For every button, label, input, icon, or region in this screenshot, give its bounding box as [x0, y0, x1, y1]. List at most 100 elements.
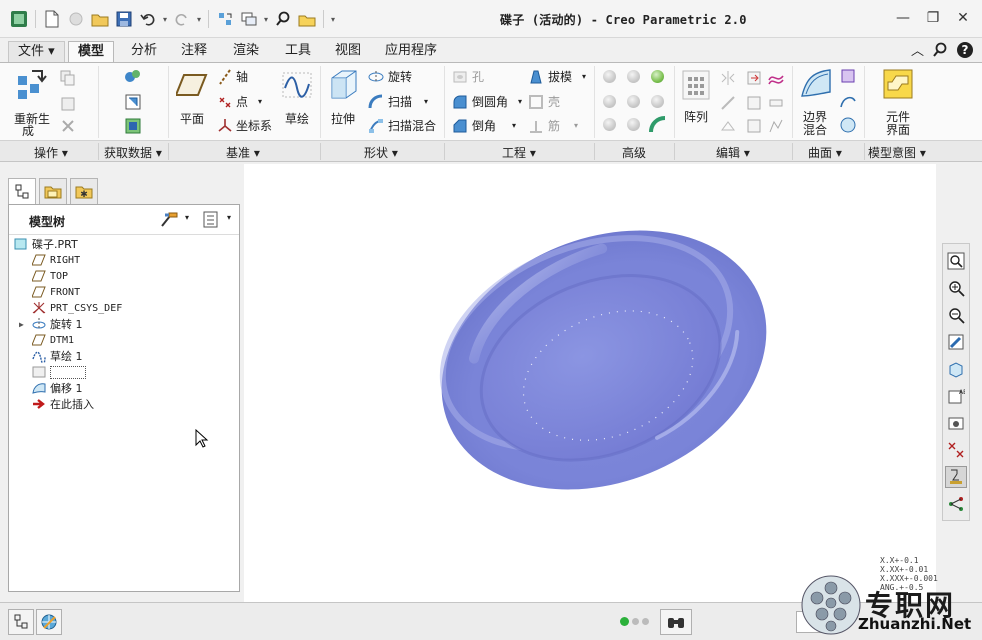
tree-item[interactable]: DTM1: [31, 332, 74, 348]
extrude-label[interactable]: 拉伸: [331, 110, 355, 127]
swept-blend-button[interactable]: 扫描混合: [368, 117, 436, 134]
datum-display-icon[interactable]: [945, 439, 967, 461]
dish-model[interactable]: [244, 164, 936, 602]
tab-model[interactable]: 模型: [68, 41, 115, 62]
plane-icon[interactable]: [176, 72, 208, 98]
group-shapes[interactable]: 形状 ▾: [364, 144, 398, 161]
zoom-in-icon[interactable]: [945, 277, 967, 299]
extrude-icon[interactable]: [330, 68, 358, 100]
tab-file[interactable]: 文件 ▾: [8, 41, 65, 62]
search-icon[interactable]: [272, 8, 294, 30]
round-dropdown-icon[interactable]: ▾: [518, 97, 522, 106]
tree-item[interactable]: FRONT: [31, 284, 80, 300]
component-interface-icon[interactable]: [882, 68, 914, 100]
display-style-icon[interactable]: [945, 358, 967, 380]
creo-app-icon[interactable]: [8, 8, 30, 30]
toggle-browser-button[interactable]: [36, 609, 62, 635]
regenerate-big-icon[interactable]: [16, 66, 50, 106]
collapse-ribbon-icon[interactable]: ︿: [911, 40, 924, 59]
group-datum[interactable]: 基准 ▾: [226, 144, 260, 161]
open-folder-icon[interactable]: [89, 8, 111, 30]
group-operations[interactable]: 操作 ▾: [34, 144, 68, 161]
favorites-tab[interactable]: ✱: [70, 178, 98, 204]
tab-view[interactable]: 视图: [326, 41, 370, 62]
chamfer-button[interactable]: 倒角 ▾: [452, 117, 516, 134]
advanced-feature-icon[interactable]: [651, 70, 664, 83]
refit-icon[interactable]: [945, 250, 967, 272]
saved-orientations-icon[interactable]: AB: [945, 385, 967, 407]
tree-item[interactable]: 草绘 1: [31, 348, 83, 364]
close-icon[interactable]: ✕: [952, 8, 974, 28]
tab-tools[interactable]: 工具: [276, 41, 320, 62]
draft-button[interactable]: 拔模 ▾: [528, 68, 586, 85]
model-tree-tab[interactable]: [8, 178, 36, 204]
group-advanced[interactable]: 高级: [622, 144, 646, 161]
undo-dropdown-icon[interactable]: ▾: [161, 8, 169, 30]
tab-render[interactable]: 渲染: [224, 41, 268, 62]
tree-item[interactable]: RIGHT: [31, 252, 80, 268]
revolve-button[interactable]: 旋转: [368, 68, 412, 85]
point-button[interactable]: 点 ▾: [218, 93, 262, 110]
tab-applications[interactable]: 应用程序: [376, 41, 446, 62]
plane-label[interactable]: 平面: [180, 110, 204, 127]
tree-item[interactable]: 偏移 1: [31, 380, 83, 396]
redo-dropdown-icon[interactable]: ▾: [195, 8, 203, 30]
toggle-navigator-button[interactable]: [8, 609, 34, 635]
tab-annotate[interactable]: 注释: [172, 41, 216, 62]
tree-item[interactable]: PRT_CSYS_DEF: [31, 300, 122, 316]
sweep-button[interactable]: 扫描 ▾: [368, 93, 428, 110]
expand-arrow-icon[interactable]: ▶: [19, 320, 31, 329]
group-model-intent[interactable]: 模型意图 ▾: [868, 144, 926, 161]
annotation-display-icon[interactable]: [945, 493, 967, 515]
sketch-icon[interactable]: [282, 72, 312, 98]
copy-geometry-icon[interactable]: [124, 93, 142, 111]
style-icon[interactable]: [840, 117, 856, 133]
minimize-icon[interactable]: —: [892, 8, 914, 28]
search-help-icon[interactable]: [932, 42, 948, 58]
regenerate-icon[interactable]: [214, 8, 236, 30]
tree-item[interactable]: TOP: [31, 268, 68, 284]
sketch-label[interactable]: 草绘: [285, 110, 309, 127]
pattern-icon[interactable]: [682, 70, 710, 100]
view-manager-icon[interactable]: [945, 412, 967, 434]
tree-settings-dropdown-icon[interactable]: ▾: [185, 213, 189, 222]
zoom-out-icon[interactable]: [945, 304, 967, 326]
tree-item[interactable]: [31, 364, 86, 380]
restore-icon[interactable]: ❐: [922, 8, 944, 28]
windows-icon[interactable]: [238, 8, 260, 30]
tree-item[interactable]: 在此插入: [31, 396, 94, 412]
tab-analysis[interactable]: 分析: [122, 41, 166, 62]
csys-button[interactable]: 坐标系: [218, 117, 272, 134]
show-columns-icon[interactable]: [203, 211, 219, 229]
help-icon[interactable]: ?: [956, 41, 974, 59]
fill-icon[interactable]: [840, 68, 856, 84]
intersect-icon[interactable]: [768, 70, 784, 86]
group-surfaces[interactable]: 曲面 ▾: [808, 144, 842, 161]
undo-icon[interactable]: [137, 8, 159, 30]
repaint-icon[interactable]: [945, 331, 967, 353]
sweep-dropdown-icon[interactable]: ▾: [424, 97, 428, 106]
new-icon[interactable]: [41, 8, 63, 30]
axis-button[interactable]: 轴: [218, 68, 248, 85]
tree-item[interactable]: 碟子.PRT: [13, 236, 78, 252]
group-engineering[interactable]: 工程 ▾: [502, 144, 536, 161]
folder-browser-tab[interactable]: [39, 178, 67, 204]
windows-dropdown-icon[interactable]: ▾: [262, 8, 270, 30]
draft-dropdown-icon[interactable]: ▾: [582, 72, 586, 81]
toroidal-bend-icon[interactable]: [649, 116, 667, 134]
point-dropdown-icon[interactable]: ▾: [258, 97, 262, 106]
user-defined-feature-icon[interactable]: [124, 68, 142, 86]
spin-center-icon[interactable]: [945, 466, 967, 488]
freestyle-icon[interactable]: [840, 93, 856, 109]
shrinkwrap-icon[interactable]: [124, 117, 142, 135]
tree-item[interactable]: ▶ 旋转 1: [19, 316, 83, 332]
boundary-blend-icon[interactable]: [800, 68, 832, 100]
pattern-label[interactable]: 阵列: [684, 108, 708, 125]
chamfer-dropdown-icon[interactable]: ▾: [512, 121, 516, 130]
tree-settings-icon[interactable]: [159, 211, 179, 229]
show-dropdown-icon[interactable]: ▾: [227, 213, 231, 222]
graphics-window[interactable]: [244, 164, 936, 602]
customize-toolbar-icon[interactable]: ▾: [329, 8, 337, 30]
round-button[interactable]: 倒圆角 ▾: [452, 93, 522, 110]
save-icon[interactable]: [113, 8, 135, 30]
